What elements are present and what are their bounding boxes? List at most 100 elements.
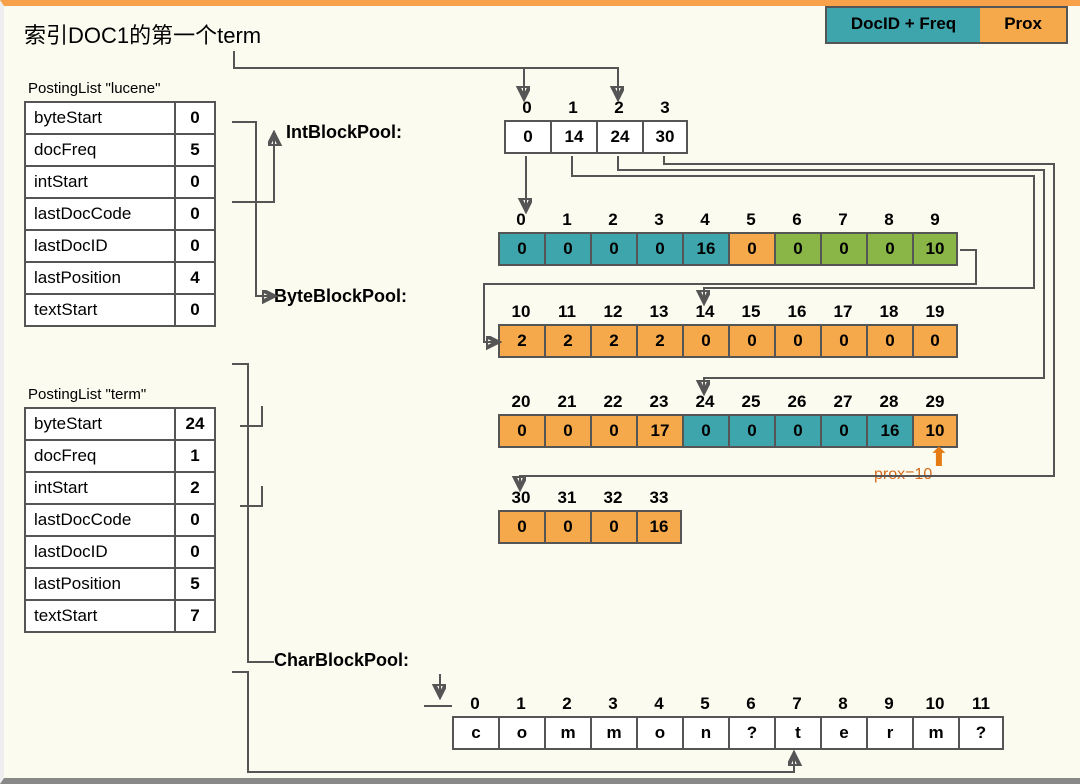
field-key: byteStart xyxy=(25,408,175,440)
postinglist-term: PostingList "term" byteStart24docFreq1in… xyxy=(24,384,216,633)
legend: DocID + Freq Prox xyxy=(825,6,1068,44)
cell-index: 3 xyxy=(636,210,682,230)
field-value: 24 xyxy=(175,408,215,440)
charpool-value-row: common?term? xyxy=(452,716,1004,750)
postinglist-lucene: PostingList "lucene" byteStart0docFreq5i… xyxy=(24,78,216,327)
cell-value: 0 xyxy=(912,324,958,358)
field-key: intStart xyxy=(25,166,175,198)
cell-value: 0 xyxy=(498,232,544,266)
field-value: 0 xyxy=(175,536,215,568)
table-row: textStart7 xyxy=(25,600,215,632)
cell-index: 12 xyxy=(590,302,636,322)
field-value: 0 xyxy=(175,102,215,134)
cell-value: 10 xyxy=(912,232,958,266)
cell-value: 0 xyxy=(728,324,774,358)
cell-value: e xyxy=(820,716,866,750)
legend-docfreq: DocID + Freq xyxy=(827,8,980,42)
byte-row2-vals: 0001700001610 xyxy=(498,414,958,448)
cell-value: 0 xyxy=(820,232,866,266)
cell-index: 21 xyxy=(544,392,590,412)
cell-index: 22 xyxy=(590,392,636,412)
cell-value: 2 xyxy=(636,324,682,358)
cell-value: t xyxy=(774,716,820,750)
cell-index: 9 xyxy=(912,210,958,230)
cell-value: n xyxy=(682,716,728,750)
cell-value: 0 xyxy=(774,414,820,448)
field-key: docFreq xyxy=(25,440,175,472)
cell-index: 8 xyxy=(866,210,912,230)
cell-index: 0 xyxy=(498,210,544,230)
cell-value: 16 xyxy=(682,232,728,266)
cell-value: 0 xyxy=(682,414,728,448)
cell-value: 0 xyxy=(728,414,774,448)
intblockpool-label: IntBlockPool: xyxy=(286,122,402,143)
cell-value: 2 xyxy=(498,324,544,358)
cell-index: 14 xyxy=(682,302,728,322)
cell-value: 0 xyxy=(820,414,866,448)
postinglist-term-caption: PostingList "term" xyxy=(24,384,216,407)
cell-index: 13 xyxy=(636,302,682,322)
cell-index: 0 xyxy=(504,98,550,118)
cell-index: 2 xyxy=(596,98,642,118)
byte-row0-idx: 0123456789 xyxy=(498,210,958,230)
table-row: lastDocID0 xyxy=(25,230,215,262)
field-key: textStart xyxy=(25,600,175,632)
cell-index: 10 xyxy=(912,694,958,714)
cell-value: 2 xyxy=(544,324,590,358)
field-value: 5 xyxy=(175,568,215,600)
cell-value: 0 xyxy=(590,510,636,544)
table-row: lastDocCode0 xyxy=(25,504,215,536)
cell-index: 29 xyxy=(912,392,958,412)
cell-value: 0 xyxy=(728,232,774,266)
field-value: 0 xyxy=(175,166,215,198)
cell-value: 0 xyxy=(590,414,636,448)
cell-value: 0 xyxy=(504,120,550,154)
intpool-index-row: 0123 xyxy=(504,98,688,118)
intpool-value-row: 0142430 xyxy=(504,120,688,154)
table-row: docFreq1 xyxy=(25,440,215,472)
cell-value: c xyxy=(452,716,498,750)
cell-index: 32 xyxy=(590,488,636,508)
field-key: intStart xyxy=(25,472,175,504)
cell-index: 11 xyxy=(544,302,590,322)
cell-value: m xyxy=(912,716,958,750)
cell-index: 4 xyxy=(636,694,682,714)
cell-value: 0 xyxy=(820,324,866,358)
field-value: 0 xyxy=(175,504,215,536)
cell-value: r xyxy=(866,716,912,750)
cell-index: 5 xyxy=(682,694,728,714)
charpool-index-row: 01234567891011 xyxy=(452,694,1004,714)
field-value: 0 xyxy=(175,294,215,326)
cell-index: 3 xyxy=(642,98,688,118)
cell-value: 0 xyxy=(498,414,544,448)
cell-index: 26 xyxy=(774,392,820,412)
cell-value: m xyxy=(544,716,590,750)
cell-index: 10 xyxy=(498,302,544,322)
uparrow-icon: ⬆ xyxy=(928,442,950,473)
cell-index: 30 xyxy=(498,488,544,508)
table-row: byteStart0 xyxy=(25,102,215,134)
diagram-title: 索引DOC1的第一个term xyxy=(24,18,261,50)
cell-value: o xyxy=(636,716,682,750)
byte-row3-idx: 30313233 xyxy=(498,488,682,508)
cell-value: 0 xyxy=(866,232,912,266)
cell-index: 11 xyxy=(958,694,1004,714)
cell-value: 30 xyxy=(642,120,688,154)
cell-index: 3 xyxy=(590,694,636,714)
field-key: lastDocID xyxy=(25,230,175,262)
cell-index: 7 xyxy=(820,210,866,230)
field-value: 4 xyxy=(175,262,215,294)
cell-index: 20 xyxy=(498,392,544,412)
table-row: intStart0 xyxy=(25,166,215,198)
field-value: 1 xyxy=(175,440,215,472)
table-row: lastDocCode0 xyxy=(25,198,215,230)
cell-index: 7 xyxy=(774,694,820,714)
field-value: 5 xyxy=(175,134,215,166)
cell-value: m xyxy=(590,716,636,750)
cell-value: ? xyxy=(958,716,1004,750)
cell-index: 33 xyxy=(636,488,682,508)
cell-value: 0 xyxy=(544,414,590,448)
cell-index: 28 xyxy=(866,392,912,412)
field-key: byteStart xyxy=(25,102,175,134)
cell-value: 0 xyxy=(866,324,912,358)
